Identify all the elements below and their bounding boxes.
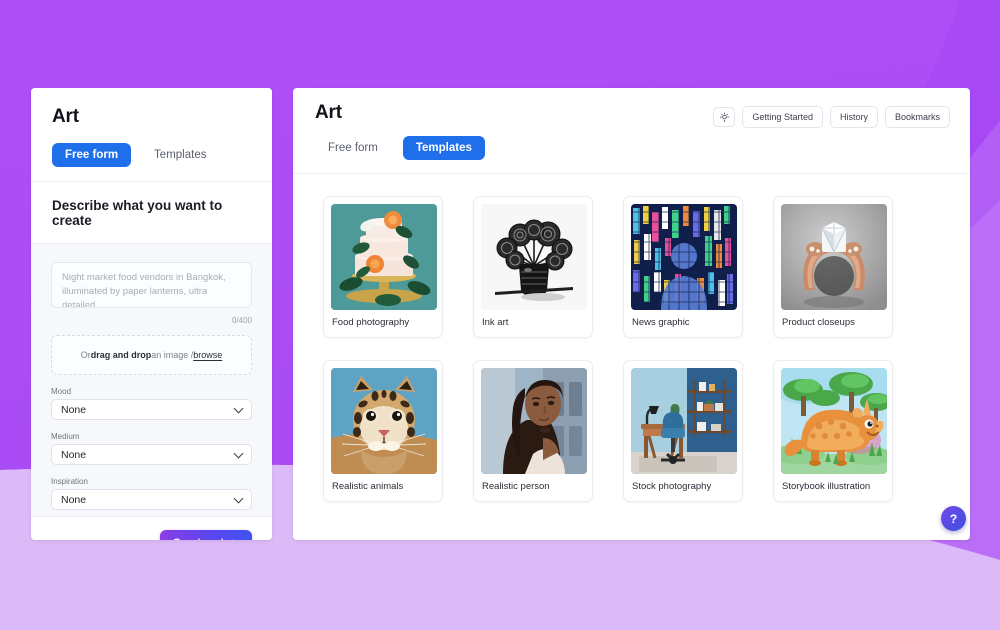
create-art-button[interactable]: Create art bbox=[159, 530, 252, 540]
inspiration-label: Inspiration bbox=[51, 477, 88, 486]
templates-panel: Art Getting Started History Bookmarks Fr… bbox=[293, 88, 970, 540]
template-card[interactable]: Food photography bbox=[323, 196, 443, 338]
medium-value: None bbox=[61, 448, 87, 461]
template-thumbnail bbox=[331, 368, 437, 474]
template-grid: Food photography Ink art News graphic Pr… bbox=[293, 174, 970, 502]
template-label: Food photography bbox=[332, 317, 410, 328]
medium-select[interactable]: None bbox=[51, 444, 252, 465]
template-thumbnail bbox=[481, 368, 587, 474]
tab-templates[interactable]: Templates bbox=[402, 136, 485, 160]
lightbulb-icon-button[interactable] bbox=[713, 107, 736, 127]
chevron-down-icon bbox=[233, 493, 244, 503]
chevron-down-icon bbox=[233, 448, 244, 458]
left-panel-form: 0/400 Or drag and drop an image / browse… bbox=[31, 243, 272, 516]
template-label: Ink art bbox=[482, 317, 509, 328]
template-thumbnail bbox=[631, 204, 737, 310]
dropzone-bold: drag and drop bbox=[90, 350, 152, 360]
template-thumbnail bbox=[481, 204, 587, 310]
template-label: Storybook illustration bbox=[782, 481, 871, 492]
tab-free-form[interactable]: Free form bbox=[52, 143, 132, 167]
cake-illustration bbox=[331, 204, 437, 310]
template-thumbnail bbox=[331, 204, 437, 310]
mood-select[interactable]: None bbox=[51, 399, 252, 420]
sparkle-icon bbox=[232, 538, 235, 540]
template-label: Product closeups bbox=[782, 317, 855, 328]
template-card[interactable]: Product closeups bbox=[773, 196, 893, 338]
template-card[interactable]: Stock photography bbox=[623, 360, 743, 502]
template-label: News graphic bbox=[632, 317, 690, 328]
template-card[interactable]: Realistic person bbox=[473, 360, 593, 502]
template-card[interactable]: News graphic bbox=[623, 196, 743, 338]
left-panel-tabs: Free form Templates bbox=[52, 143, 251, 181]
create-art-label: Create art bbox=[173, 537, 224, 540]
template-label: Realistic animals bbox=[332, 481, 404, 492]
template-thumbnail bbox=[631, 368, 737, 474]
field-medium: Medium None bbox=[51, 432, 252, 465]
person-portrait-illustration bbox=[481, 368, 587, 474]
ocelot-illustration bbox=[331, 368, 437, 474]
template-card[interactable]: Ink art bbox=[473, 196, 593, 338]
image-dropzone[interactable]: Or drag and drop an image / browse bbox=[51, 335, 252, 375]
browse-link[interactable]: browse bbox=[193, 350, 222, 360]
help-button[interactable]: ? bbox=[941, 506, 966, 531]
ring-illustration bbox=[781, 204, 887, 310]
tab-templates[interactable]: Templates bbox=[141, 143, 219, 167]
describe-section-title: Describe what you want to create bbox=[31, 181, 272, 243]
news-graphic-illustration bbox=[631, 204, 737, 310]
inspiration-value: None bbox=[61, 493, 87, 506]
prompt-input[interactable] bbox=[51, 262, 252, 308]
right-panel-tabs: Free form Templates bbox=[293, 124, 970, 174]
right-panel-actions: Getting Started History Bookmarks bbox=[713, 106, 950, 128]
history-button[interactable]: History bbox=[829, 106, 878, 128]
left-panel-title: Art bbox=[52, 106, 79, 127]
template-thumbnail bbox=[781, 204, 887, 310]
ink-art-illustration bbox=[481, 204, 587, 310]
lightbulb-icon bbox=[719, 112, 729, 122]
prompt-field-wrapper: 0/400 bbox=[51, 262, 252, 325]
mood-value: None bbox=[61, 403, 87, 416]
prompt-character-counter: 0/400 bbox=[231, 316, 252, 325]
dropzone-prefix: Or bbox=[80, 350, 91, 360]
left-panel-header: Art Free form Templates bbox=[31, 88, 272, 181]
template-card[interactable]: Storybook illustration bbox=[773, 360, 893, 502]
chevron-down-icon bbox=[233, 403, 244, 413]
mood-label: Mood bbox=[51, 387, 72, 396]
field-inspiration: Inspiration None bbox=[51, 477, 252, 510]
bookmarks-button[interactable]: Bookmarks bbox=[884, 106, 950, 128]
template-label: Stock photography bbox=[632, 481, 712, 492]
template-label: Realistic person bbox=[482, 481, 550, 492]
field-mood: Mood None bbox=[51, 387, 252, 420]
tab-free-form[interactable]: Free form bbox=[315, 136, 391, 160]
right-panel-header: Art Getting Started History Bookmarks bbox=[293, 88, 970, 128]
inspiration-select[interactable]: None bbox=[51, 489, 252, 510]
free-form-panel: Art Free form Templates Describe what yo… bbox=[31, 88, 272, 540]
dinosaur-illustration bbox=[781, 368, 887, 474]
desk-illustration bbox=[631, 368, 737, 474]
left-panel-footer: Create art bbox=[31, 516, 272, 540]
template-card[interactable]: Realistic animals bbox=[323, 360, 443, 502]
getting-started-button[interactable]: Getting Started bbox=[742, 106, 823, 128]
medium-label: Medium bbox=[51, 432, 80, 441]
template-thumbnail bbox=[781, 368, 887, 474]
dropzone-middle: an image / bbox=[151, 350, 194, 360]
